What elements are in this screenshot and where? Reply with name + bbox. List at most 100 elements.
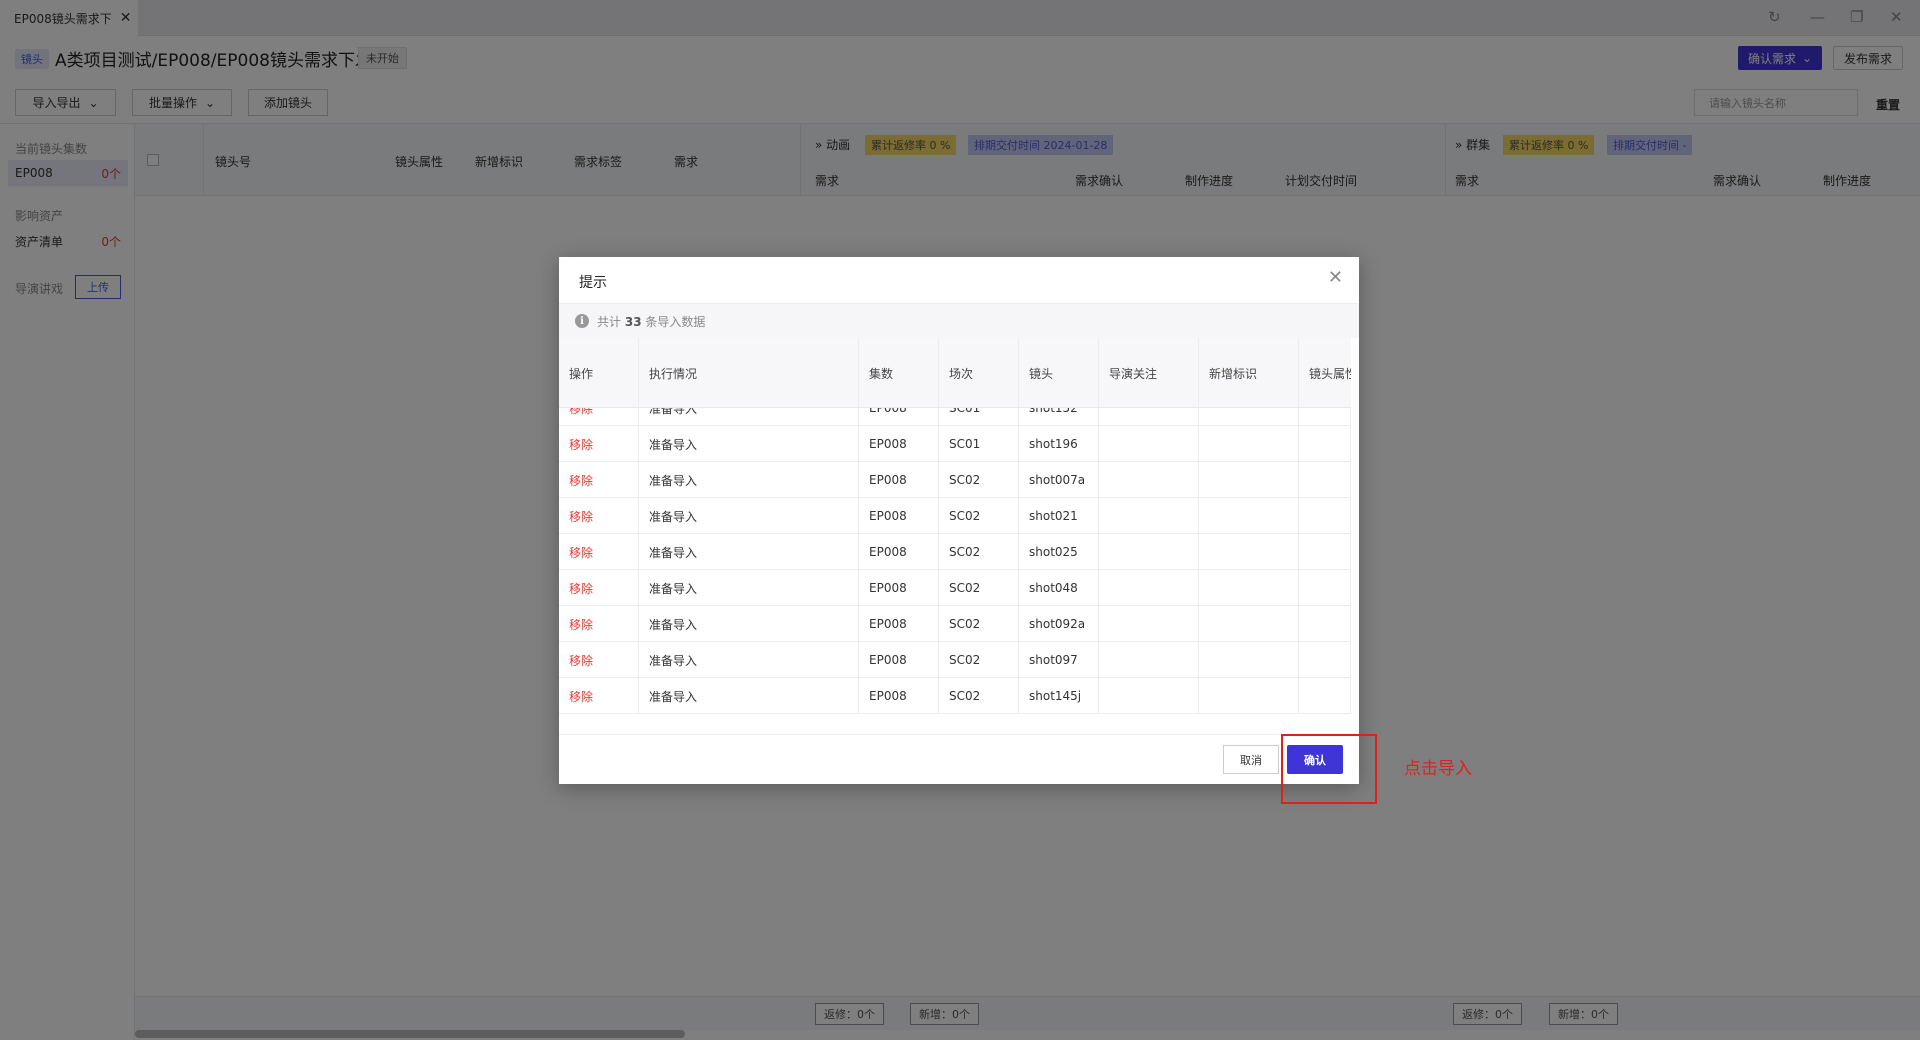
- shot-attr-cell: [1299, 570, 1351, 606]
- dialog-title: 提示: [579, 275, 607, 291]
- director-focus-cell: [1099, 498, 1199, 534]
- director-focus-cell: [1099, 570, 1199, 606]
- col-action: 操作: [559, 338, 639, 408]
- shot-cell: shot048: [1019, 570, 1099, 606]
- remove-link[interactable]: 移除: [559, 570, 639, 606]
- exec-status-cell: 准备导入: [639, 462, 859, 498]
- new-flag-cell: [1199, 462, 1299, 498]
- col-exec-status: 执行情况: [639, 338, 859, 408]
- shot-attr-cell: [1299, 498, 1351, 534]
- shot-attr-cell: [1299, 462, 1351, 498]
- shot-attr-cell: [1299, 534, 1351, 570]
- remove-link[interactable]: 移除: [559, 642, 639, 678]
- shot-cell: shot007a: [1019, 462, 1099, 498]
- shot-attr-cell: [1299, 678, 1351, 714]
- scene-cell: SC02: [939, 570, 1019, 606]
- annotation-text: 点击导入: [1404, 759, 1472, 779]
- exec-status-cell: 准备导入: [639, 534, 859, 570]
- exec-status-cell: 准备导入: [639, 606, 859, 642]
- dialog-close-icon[interactable]: ✕: [1328, 269, 1343, 287]
- remove-link[interactable]: 移除: [559, 534, 639, 570]
- episode-cell: EP008: [859, 498, 939, 534]
- import-table-header: 操作 执行情况 集数 场次 镜头 导演关注 新增标识 镜头属性: [559, 338, 1351, 408]
- new-flag-cell: [1199, 408, 1299, 426]
- exec-status-cell: 准备导入: [639, 498, 859, 534]
- scene-cell: SC02: [939, 534, 1019, 570]
- director-focus-cell: [1099, 534, 1199, 570]
- import-table-body: 移除 准备导入 EP008 SC01 shot152 移除 准备导入 EP008 SC01 sho…: [559, 408, 1351, 728]
- episode-cell: EP008: [859, 534, 939, 570]
- exec-status-cell: 准备导入: [639, 570, 859, 606]
- remove-link[interactable]: 移除: [559, 408, 639, 426]
- col-new-flag: 新增标识: [1199, 338, 1299, 408]
- remove-link[interactable]: 移除: [559, 426, 639, 462]
- new-flag-cell: [1199, 426, 1299, 462]
- col-shot-attr: 镜头属性: [1309, 366, 1351, 381]
- remove-link[interactable]: 移除: [559, 462, 639, 498]
- new-flag-cell: [1199, 642, 1299, 678]
- director-focus-cell: [1099, 678, 1199, 714]
- remove-link[interactable]: 移除: [559, 498, 639, 534]
- shot-cell: shot092a: [1019, 606, 1099, 642]
- director-focus-cell: [1099, 462, 1199, 498]
- episode-cell: EP008: [859, 408, 939, 426]
- table-row: 移除 准备导入 EP008 SC02 shot007a: [559, 462, 1351, 498]
- table-row: 移除 准备导入 EP008 SC02 shot097: [559, 642, 1351, 678]
- episode-cell: EP008: [859, 606, 939, 642]
- import-table: 操作 执行情况 集数 场次 镜头 导演关注 新增标识 镜头属性 移除准备导入EP…: [559, 338, 1351, 734]
- table-row: 移除 准备导入 EP008 SC02 shot021: [559, 498, 1351, 534]
- table-row: 移除 准备导入 EP008 SC01 shot152: [559, 408, 1351, 426]
- shot-cell: shot145j: [1019, 678, 1099, 714]
- remove-link[interactable]: 移除: [559, 678, 639, 714]
- new-flag-cell: [1199, 570, 1299, 606]
- dialog-header: 提示 ✕: [559, 257, 1359, 304]
- episode-cell: EP008: [859, 426, 939, 462]
- director-focus-cell: [1099, 408, 1199, 426]
- remove-link[interactable]: 移除: [559, 606, 639, 642]
- scene-cell: SC02: [939, 678, 1019, 714]
- info-text: 共计 33 条导入数据: [597, 314, 706, 329]
- shot-cell: shot097: [1019, 642, 1099, 678]
- col-scene: 场次: [939, 338, 1019, 408]
- director-focus-cell: [1099, 642, 1199, 678]
- info-icon: i: [575, 314, 589, 328]
- shot-cell: shot021: [1019, 498, 1099, 534]
- import-summary: i 共计 33 条导入数据: [559, 304, 1359, 338]
- table-row: 移除 准备导入 EP008 SC02 shot145j: [559, 678, 1351, 714]
- new-flag-cell: [1199, 678, 1299, 714]
- col-shot: 镜头: [1019, 338, 1099, 408]
- director-focus-cell: [1099, 426, 1199, 462]
- scene-cell: SC02: [939, 606, 1019, 642]
- shot-attr-cell: [1299, 642, 1351, 678]
- shot-attr-cell: [1299, 606, 1351, 642]
- episode-cell: EP008: [859, 570, 939, 606]
- scene-cell: SC02: [939, 642, 1019, 678]
- shot-cell: shot025: [1019, 534, 1099, 570]
- table-row: 移除 准备导入 EP008 SC02 shot025: [559, 534, 1351, 570]
- exec-status-cell: 准备导入: [639, 678, 859, 714]
- shot-attr-cell: [1299, 408, 1351, 426]
- exec-status-cell: 准备导入: [639, 408, 859, 426]
- episode-cell: EP008: [859, 678, 939, 714]
- col-director-focus: 导演关注: [1099, 338, 1199, 408]
- shot-cell: shot196: [1019, 426, 1099, 462]
- dialog-footer: 取消 确认: [559, 734, 1359, 784]
- new-flag-cell: [1199, 534, 1299, 570]
- episode-cell: EP008: [859, 642, 939, 678]
- episode-cell: EP008: [859, 462, 939, 498]
- shot-attr-cell: [1299, 426, 1351, 462]
- exec-status-cell: 准备导入: [639, 426, 859, 462]
- scene-cell: SC01: [939, 426, 1019, 462]
- table-row: 移除 准备导入 EP008 SC02 shot092a: [559, 606, 1351, 642]
- scene-cell: SC02: [939, 462, 1019, 498]
- exec-status-cell: 准备导入: [639, 642, 859, 678]
- new-flag-cell: [1199, 606, 1299, 642]
- scene-cell: SC02: [939, 498, 1019, 534]
- director-focus-cell: [1099, 606, 1199, 642]
- shot-cell: shot152: [1019, 408, 1099, 426]
- annotation-highlight-box: [1281, 734, 1377, 804]
- table-row: 移除 准备导入 EP008 SC01 shot196: [559, 426, 1351, 462]
- new-flag-cell: [1199, 498, 1299, 534]
- cancel-button[interactable]: 取消: [1223, 745, 1279, 774]
- table-row: 移除 准备导入 EP008 SC02 shot048: [559, 570, 1351, 606]
